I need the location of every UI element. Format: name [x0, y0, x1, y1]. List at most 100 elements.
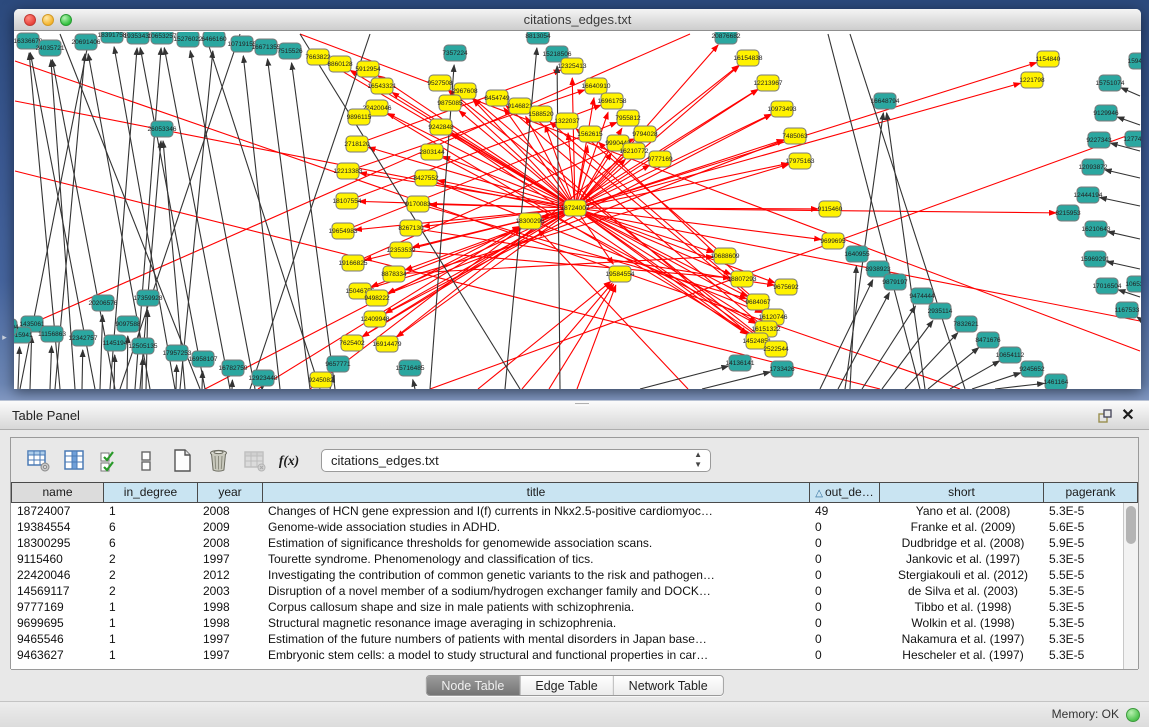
graph-edge[interactable] — [838, 293, 889, 389]
table-cell[interactable]: Stergiakouli et al. (2012) — [879, 567, 1043, 583]
table-cell[interactable]: 14569117 — [11, 583, 103, 599]
graph-edge[interactable] — [164, 48, 230, 389]
column-header-pagerank[interactable]: pagerank — [1043, 482, 1138, 503]
table-cell[interactable]: Genome-wide association studies in ADHD. — [262, 519, 809, 535]
table-cell[interactable]: Corpus callosum shape and size in male p… — [262, 599, 809, 615]
table-cell[interactable]: Yano et al. (2008) — [879, 503, 1043, 519]
table-cell[interactable]: 2 — [103, 551, 197, 567]
graph-edge[interactable] — [1117, 117, 1140, 125]
table-cell[interactable]: 6 — [103, 519, 197, 535]
table-cell[interactable]: 1 — [103, 599, 197, 615]
table-cell[interactable]: 9115460 — [11, 551, 103, 567]
graph-edge[interactable] — [577, 285, 616, 389]
graph-edge[interactable] — [405, 208, 575, 270]
graph-edge[interactable] — [50, 346, 52, 389]
table-cell[interactable]: 1 — [103, 647, 197, 663]
graph-edge[interactable] — [202, 371, 203, 389]
table-cell[interactable]: 1997 — [197, 647, 262, 663]
graph-edge[interactable] — [1108, 232, 1140, 239]
graph-edge[interactable] — [1107, 262, 1140, 269]
table-cell[interactable]: 18724007 — [11, 503, 103, 519]
table-cell[interactable]: 0 — [809, 647, 879, 663]
delete-column-icon[interactable] — [205, 447, 232, 474]
graph-edge[interactable] — [142, 358, 143, 389]
float-panel-icon[interactable] — [1097, 408, 1113, 424]
table-row[interactable]: 1872400712008Changes of HCN gene express… — [11, 503, 1138, 519]
table-cell[interactable]: 1 — [103, 503, 197, 519]
column-header-in_degree[interactable]: in_degree — [103, 482, 197, 503]
column-header-short[interactable]: short — [879, 482, 1043, 503]
tab-node-table[interactable]: Node Table — [426, 676, 520, 695]
table-cell[interactable]: Disruption of a novel member of a sodium… — [262, 583, 809, 599]
table-scrollbar[interactable] — [1123, 503, 1138, 670]
table-cell[interactable]: 49 — [809, 503, 879, 519]
graph-edge[interactable] — [205, 227, 519, 389]
graph-edge[interactable] — [190, 51, 255, 389]
graph-edge[interactable] — [82, 350, 83, 389]
table-cell[interactable]: 9777169 — [11, 599, 103, 615]
table-cell[interactable]: 6 — [103, 535, 197, 551]
graph-edge[interactable] — [243, 56, 280, 389]
column-visibility-icon[interactable] — [61, 447, 88, 474]
graph-edge[interactable] — [1100, 197, 1140, 206]
table-cell[interactable]: 2012 — [197, 567, 262, 583]
table-cell[interactable]: 2003 — [197, 583, 262, 599]
column-header-out_de[interactable]: △out_de… — [809, 482, 879, 503]
table-cell[interactable]: 0 — [809, 567, 879, 583]
table-cell[interactable]: Embryonic stem cells: a model to study s… — [262, 647, 809, 663]
table-cell[interactable]: Tibbo et al. (1998) — [879, 599, 1043, 615]
table-row[interactable]: 1938455462009Genome-wide association stu… — [11, 519, 1138, 535]
table-cell[interactable]: 2008 — [197, 535, 262, 551]
network-graph-canvas[interactable]: 1872400716336679240357212069140618391758… — [14, 32, 1141, 389]
table-cell[interactable]: Franke et al. (2009) — [879, 519, 1043, 535]
graph-edge[interactable] — [887, 113, 925, 389]
graph-edge[interactable] — [176, 365, 177, 389]
table-cell[interactable]: 0 — [809, 551, 879, 567]
citation-network-graph[interactable]: 1872400716336679240357212069140618391758… — [14, 32, 1141, 389]
network-window[interactable]: citations_edges.txt 18724007163366792403… — [14, 9, 1141, 389]
column-header-year[interactable]: year — [197, 482, 262, 503]
table-cell[interactable]: 2 — [103, 567, 197, 583]
table-row[interactable]: 969969511998Structural magnetic resonanc… — [11, 615, 1138, 631]
scrollbar-thumb[interactable] — [1126, 506, 1136, 544]
function-builder-icon[interactable]: f(x) — [277, 447, 304, 474]
column-header-name[interactable]: name — [11, 482, 103, 503]
graph-edge[interactable] — [1137, 317, 1140, 319]
graph-edge[interactable] — [995, 383, 1044, 389]
graph-edge[interactable] — [292, 63, 335, 389]
table-cell[interactable]: 0 — [809, 519, 879, 535]
graph-edge[interactable] — [18, 347, 20, 389]
table-cell[interactable]: 1998 — [197, 615, 262, 631]
table-row[interactable]: 1830029562008Estimation of significance … — [11, 535, 1138, 551]
graph-edge[interactable] — [451, 133, 575, 208]
table-cell[interactable]: 9465546 — [11, 631, 103, 647]
table-cell[interactable]: 9699695 — [11, 615, 103, 631]
table-cell[interactable]: 19384554 — [11, 519, 103, 535]
table-cell[interactable]: Tourette syndrome. Phenomenology and cla… — [262, 551, 809, 567]
table-cell[interactable]: Investigating the contribution of common… — [262, 567, 809, 583]
table-cell[interactable]: 18300295 — [11, 535, 103, 551]
graph-edge[interactable] — [426, 178, 762, 313]
table-cell[interactable]: 1997 — [197, 551, 262, 567]
create-column-icon[interactable] — [169, 447, 196, 474]
table-cell[interactable]: 2 — [103, 583, 197, 599]
table-cell[interactable]: Changes of HCN gene expression and I(f) … — [262, 503, 809, 519]
table-body[interactable]: 1872400712008Changes of HCN gene express… — [11, 503, 1138, 670]
table-cell[interactable]: 22420046 — [11, 567, 103, 583]
table-row[interactable]: 946554611997Estimation of the future num… — [11, 631, 1138, 647]
graph-edge[interactable] — [702, 372, 770, 389]
close-window-button[interactable] — [24, 14, 36, 26]
graph-edge[interactable] — [538, 230, 688, 389]
network-window-titlebar[interactable]: citations_edges.txt — [14, 9, 1141, 31]
graph-edge[interactable] — [114, 355, 115, 389]
graph-edge[interactable] — [882, 321, 933, 389]
table-cell[interactable]: Hescheler et al. (1997) — [879, 647, 1043, 663]
tab-network-table[interactable]: Network Table — [614, 676, 723, 695]
table-cell[interactable]: 0 — [809, 599, 879, 615]
table-cell[interactable]: 9463627 — [11, 647, 103, 663]
import-table-icon[interactable] — [241, 447, 268, 474]
table-cell[interactable]: Wolkin et al. (1998) — [879, 615, 1043, 631]
collapse-left-panel-arrow[interactable]: ▸ — [0, 330, 9, 344]
table-cell[interactable]: de Silva et al. (2003) — [879, 583, 1043, 599]
table-cell[interactable]: 1998 — [197, 599, 262, 615]
